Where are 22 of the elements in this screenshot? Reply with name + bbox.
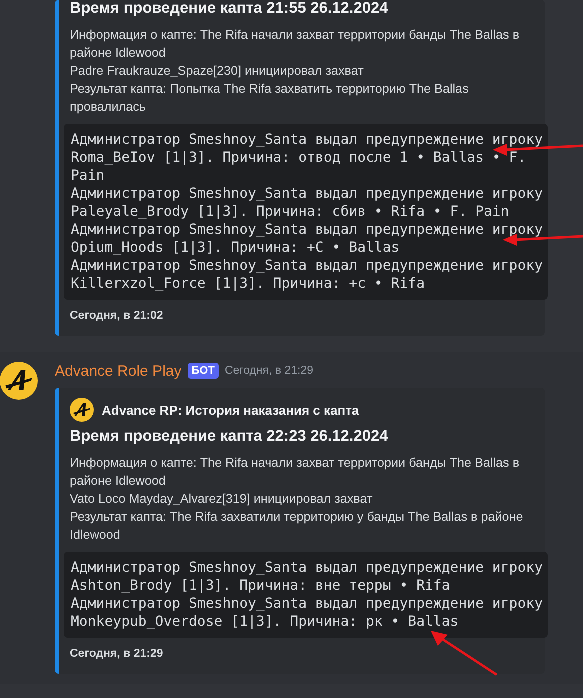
embed-title: Время проведение капта 21:55 26.12.2024 [70, 0, 390, 18]
embed-title: Время проведение капта 22:23 26.12.2024 [70, 428, 390, 446]
embed-text: Информация о капте: The Rifa начали захват территории банды The Ballas в районе Idlewood [70, 455, 521, 490]
embed-text: Информация о капте: The Rifa начали захват территории банды The Ballas в районе Idlewood [70, 27, 521, 62]
embed-text: Результат капта: The Rifa захватили территорию у банды The Ballas в районе Idlewood [70, 509, 524, 544]
logo-icon [70, 398, 94, 422]
warning-text: Администратор Smeshnoy_Santa выдал предупреждение игроку Roma_BeIov [1|3]. Причина: отвод после 1 • Ballas • F. Pain [71, 131, 545, 185]
embed-text: Результат капта: Попытка The Rifa захватить территорию The Ballas провалилась [70, 81, 470, 116]
warning-text: Администратор Smeshnoy_Santa выдал предупреждение игроку Monkeypub_Overdose [1|3]. Причина: рк • Ballas [71, 595, 545, 631]
embed-text: Vato Loco Mayday_Alvarez[319] инициировал захват [70, 491, 374, 508]
warning-text: Администратор Smeshnoy_Santa выдал предупреждение игроку Killerxzol_Force [1|3]. Причина: +с • Rifa [71, 257, 544, 293]
bot-badge: БОТ [188, 363, 219, 379]
author-name[interactable]: Advance Role Play [55, 362, 182, 380]
embed-author: Advance RP: История наказания с капта [102, 402, 360, 418]
warning-text: Администратор Smeshnoy_Santa выдал предупреждение игроку Paleyale_Brody [1|3]. Причина: сбив • Rifa • F. Pain [71, 185, 544, 221]
warning-text: Администратор Smeshnoy_Santa выдал предупреждение игроку Ashton_Brody [1|3]. Причина: вне терры • Rifa [71, 559, 544, 595]
message-time: Сегодня, в 21:29 [224, 365, 314, 377]
embed-timestamp: Сегодня, в 21:02 [70, 310, 164, 324]
embed-text: Padre Fraukrauze_Spaze[230] инициировал захват [70, 63, 365, 80]
warning-text: Администратор Smeshnoy_Santa выдал предупреждение игроку Opium_Hoods [1|3]. Причина: +С • Ballas [71, 221, 545, 257]
embed-timestamp: Сегодня, в 21:29 [70, 648, 164, 662]
avatar[interactable] [0, 362, 38, 400]
